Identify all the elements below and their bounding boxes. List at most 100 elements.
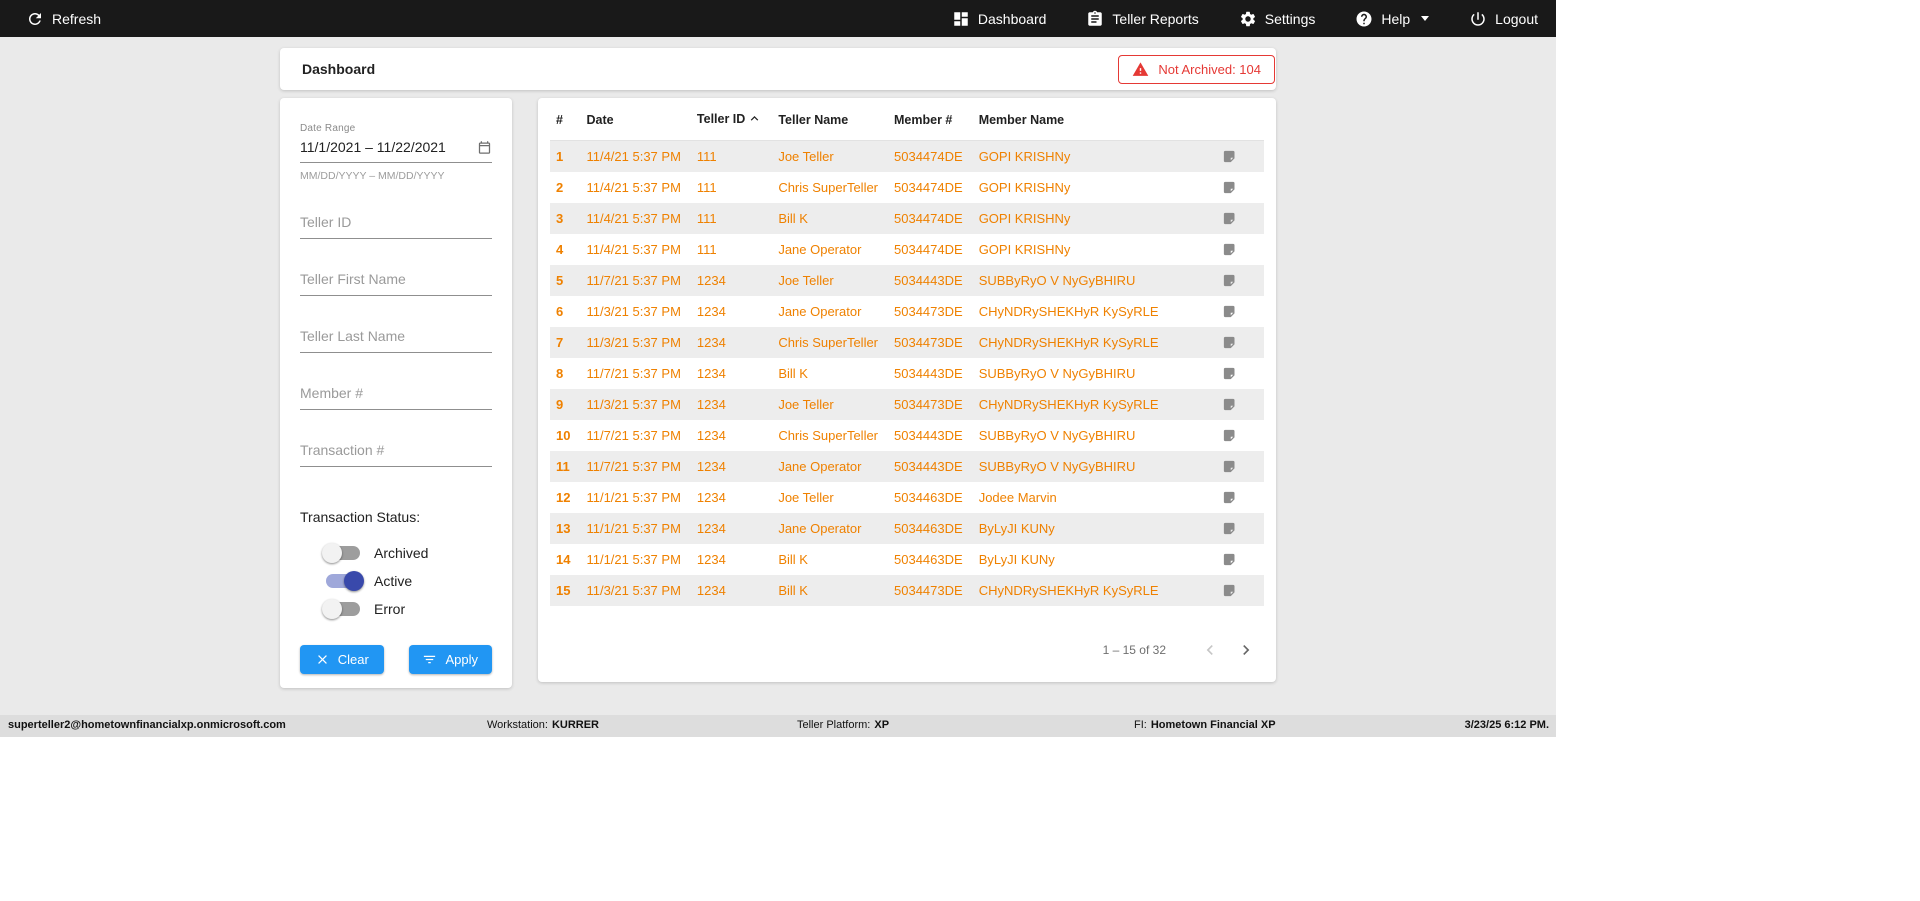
member-name-cell: CHyNDRySHEKHyR KySyRLE [978, 303, 1159, 319]
column-header-number[interactable]: # [550, 98, 579, 141]
row-number-cell: 2 [556, 179, 564, 195]
teller-id-cell: 1234 [696, 334, 726, 350]
date-range-value: 11/1/2021 – 11/22/2021 [300, 139, 446, 155]
note-icon[interactable] [1222, 180, 1237, 195]
member-number-cell: 5034463DE [894, 551, 963, 567]
column-header-teller-name[interactable]: Teller Name [770, 98, 887, 141]
archived-toggle[interactable] [322, 543, 360, 563]
note-icon[interactable] [1222, 211, 1237, 226]
table-header-row: # Date Teller ID Teller Name Member # Me… [550, 98, 1264, 141]
transaction-number-input[interactable] [300, 436, 492, 467]
table-row[interactable]: 9 11/3/21 5:37 PM 1234 Joe Teller 503447… [550, 388, 1264, 420]
error-toggle[interactable] [322, 599, 360, 619]
date-range-field[interactable]: 11/1/2021 – 11/22/2021 [300, 134, 492, 163]
note-icon[interactable] [1222, 428, 1237, 443]
table-row[interactable]: 10 11/7/21 5:37 PM 1234 Chris SuperTelle… [550, 420, 1264, 451]
table-row[interactable]: 14 11/1/21 5:37 PM 1234 Bill K 5034463DE… [550, 544, 1264, 575]
refresh-button[interactable]: Refresh [26, 10, 101, 28]
note-icon[interactable] [1222, 490, 1237, 505]
table-row[interactable]: 7 11/3/21 5:37 PM 1234 Chris SuperTeller… [550, 326, 1264, 358]
date-cell: 11/1/21 5:37 PM [586, 520, 681, 536]
teller-name-cell: Bill K [778, 365, 808, 381]
teller-last-name-input[interactable] [300, 322, 492, 353]
note-icon[interactable] [1222, 552, 1237, 567]
archived-toggle-label: Archived [374, 545, 429, 561]
date-cell: 11/4/21 5:37 PM [586, 210, 681, 226]
member-number-cell: 5034443DE [894, 427, 963, 443]
table-row[interactable]: 3 11/4/21 5:37 PM 111 Bill K 5034474DE G… [550, 202, 1264, 234]
toggle-thumb [322, 599, 342, 619]
note-cell [1194, 265, 1264, 296]
table-row[interactable]: 11 11/7/21 5:37 PM 1234 Jane Operator 50… [550, 450, 1264, 482]
member-number-cell: 5034463DE [894, 520, 963, 536]
member-name-cell: SUBByRyO V NyGyBHIRU [978, 458, 1136, 474]
table-row[interactable]: 15 11/3/21 5:37 PM 1234 Bill K 5034473DE… [550, 574, 1264, 606]
member-name-cell: Jodee Marvin [978, 489, 1057, 505]
teller-id-cell: 111 [696, 241, 717, 257]
row-number-cell: 1 [556, 148, 564, 164]
note-icon[interactable] [1222, 397, 1237, 412]
next-page-button[interactable] [1228, 632, 1264, 668]
table-row[interactable]: 5 11/7/21 5:37 PM 1234 Joe Teller 503444… [550, 264, 1264, 296]
column-header-date[interactable]: Date [578, 98, 689, 141]
note-cell [1194, 327, 1264, 358]
nav-item-help[interactable]: Help [1355, 10, 1430, 28]
status-bar: superteller2@hometownfinancialxp.onmicro… [0, 715, 1556, 737]
calendar-icon[interactable] [477, 140, 492, 155]
note-icon[interactable] [1222, 242, 1237, 257]
filter-icon [424, 655, 436, 664]
column-header-teller-id[interactable]: Teller ID [688, 98, 771, 141]
note-icon[interactable] [1222, 366, 1237, 381]
table-row[interactable]: 2 11/4/21 5:37 PM 111 Chris SuperTeller … [550, 172, 1264, 203]
nav-item-logout[interactable]: Logout [1469, 10, 1538, 28]
previous-page-button[interactable] [1192, 632, 1228, 668]
teller-name-cell: Jane Operator [778, 303, 862, 319]
teller-id-cell: 111 [696, 179, 717, 195]
note-icon[interactable] [1222, 521, 1237, 536]
note-icon[interactable] [1222, 273, 1237, 288]
transactions-tbody: 1 11/4/21 5:37 PM 111 Joe Teller 5034474… [550, 140, 1264, 606]
note-icon[interactable] [1222, 304, 1237, 319]
gear-icon [1239, 10, 1257, 28]
table-row[interactable]: 8 11/7/21 5:37 PM 1234 Bill K 5034443DE … [550, 358, 1264, 389]
table-row[interactable]: 4 11/4/21 5:37 PM 111 Jane Operator 5034… [550, 234, 1264, 265]
nav-item-dashboard[interactable]: Dashboard [952, 10, 1046, 28]
nav-item-settings[interactable]: Settings [1239, 10, 1315, 28]
refresh-label: Refresh [52, 10, 102, 27]
row-number-cell: 13 [556, 520, 571, 536]
row-number-cell: 11 [556, 458, 570, 474]
workstation-info: Workstation: KURRER [487, 719, 599, 731]
not-archived-badge[interactable]: Not Archived: 104 [1118, 54, 1275, 84]
column-header-member-number[interactable]: Member # [886, 98, 971, 141]
app-window: Refresh Dashboard Teller Reports Setting… [0, 0, 1556, 737]
row-number-cell: 7 [556, 334, 564, 350]
date-cell: 11/4/21 5:37 PM [586, 241, 681, 257]
date-cell: 11/4/21 5:37 PM [586, 148, 681, 164]
nav-item-teller-reports[interactable]: Teller Reports [1086, 10, 1199, 28]
clear-button[interactable]: Clear [300, 645, 384, 674]
sort-asc-icon [747, 111, 762, 129]
note-icon[interactable] [1222, 335, 1237, 350]
date-cell: 11/7/21 5:37 PM [586, 272, 681, 288]
note-icon[interactable] [1222, 459, 1237, 474]
active-toggle[interactable] [326, 571, 364, 591]
pagination-range-label: 1 – 15 of 32 [1102, 642, 1166, 657]
table-row[interactable]: 6 11/3/21 5:37 PM 1234 Jane Operator 503… [550, 296, 1264, 327]
chevron-down-icon [1421, 16, 1430, 21]
note-icon[interactable] [1222, 149, 1237, 164]
member-number-cell: 5034474DE [894, 148, 963, 164]
note-icon[interactable] [1222, 583, 1237, 598]
nav-label-logout: Logout [1495, 10, 1538, 27]
row-number-cell: 9 [556, 396, 564, 412]
apply-button[interactable]: Apply [408, 645, 492, 674]
table-row[interactable]: 12 11/1/21 5:37 PM 1234 Joe Teller 50344… [550, 482, 1264, 513]
table-row[interactable]: 1 11/4/21 5:37 PM 111 Joe Teller 5034474… [550, 140, 1264, 172]
table-row[interactable]: 13 11/1/21 5:37 PM 1234 Jane Operator 50… [550, 512, 1264, 544]
teller-first-name-input[interactable] [300, 265, 492, 296]
teller-id-input[interactable] [300, 208, 492, 239]
column-header-member-name[interactable]: Member Name [970, 98, 1194, 141]
member-number-input[interactable] [300, 379, 492, 410]
note-cell [1194, 389, 1264, 420]
fi-value: Hometown Financial XP [1150, 719, 1276, 731]
financial-institution-info: FI: Hometown Financial XP [1134, 719, 1276, 731]
